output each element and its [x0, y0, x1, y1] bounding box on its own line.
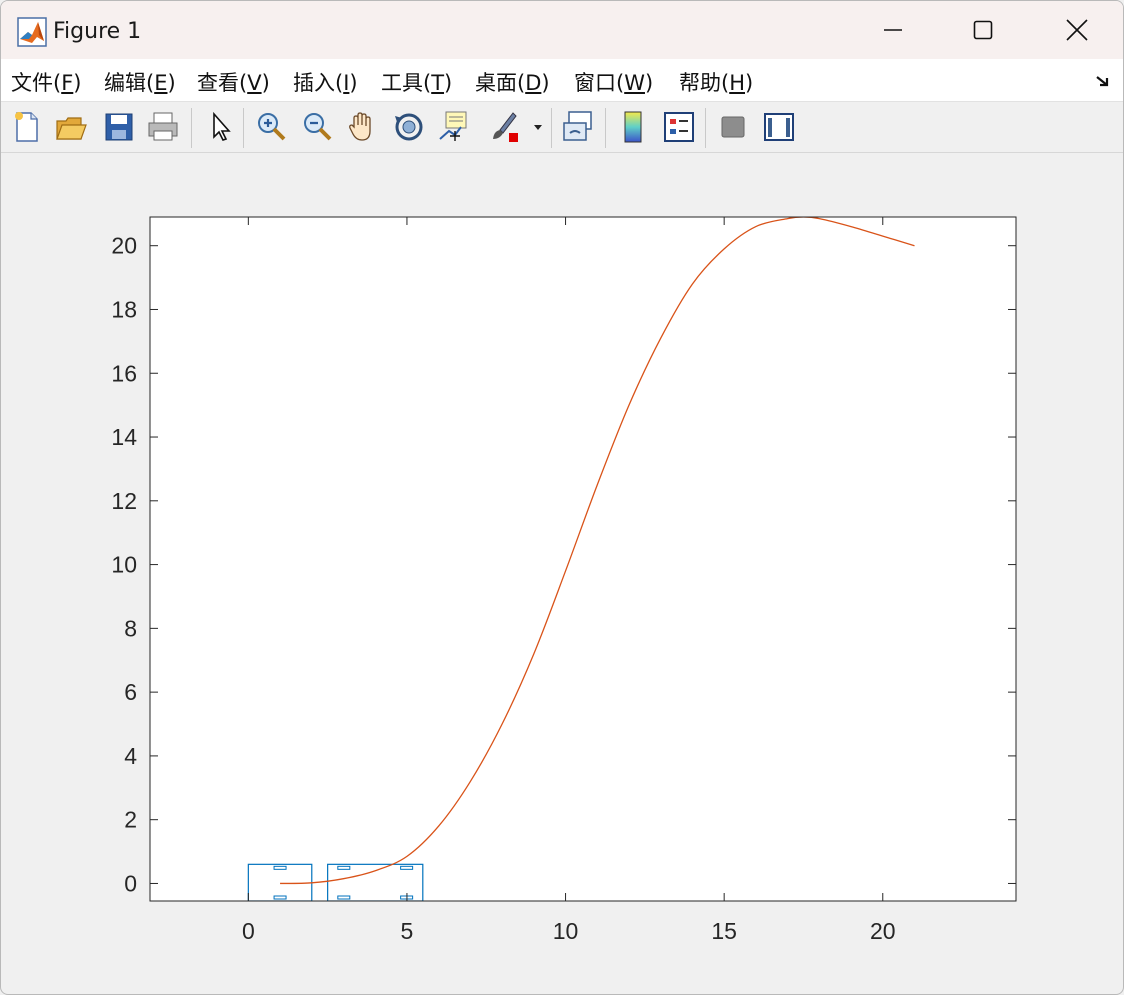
print-icon[interactable]: [145, 109, 181, 145]
zoom-in-icon[interactable]: [253, 109, 289, 145]
menu-item-t[interactable]: 工具(T): [381, 67, 452, 97]
new-figure-icon[interactable]: [9, 109, 45, 145]
figure-window: Figure 1 文件(F) 编辑(E) 查看(V) 插入(I) 工具(T) 桌面(D) 窗…: [0, 0, 1124, 995]
y-tick-label: 2: [124, 807, 137, 833]
y-tick-label: 8: [124, 615, 137, 641]
plot-area: 0 5 10 15 20 0 2 4 6 8 10 12 14 16 18 20: [1, 153, 1123, 994]
brush-icon[interactable]: [487, 109, 523, 145]
menu-item-d[interactable]: 桌面(D): [475, 67, 550, 97]
y-tick-label: 18: [111, 296, 137, 322]
menu-item-i[interactable]: 插入(I): [293, 67, 358, 97]
figure-toolbar: [1, 102, 1123, 153]
toolbar-separator: [191, 108, 192, 148]
menu-item-e[interactable]: 编辑(E): [104, 67, 176, 97]
hide-plot-tools-icon[interactable]: [715, 109, 751, 145]
show-plot-tools-icon[interactable]: [761, 109, 797, 145]
open-file-icon[interactable]: [53, 109, 89, 145]
maximize-button[interactable]: [937, 1, 1029, 59]
close-button[interactable]: [1031, 1, 1123, 59]
y-tick-label: 6: [124, 679, 137, 705]
toolbar-separator: [243, 108, 244, 148]
menu-item-f[interactable]: 文件(F): [11, 67, 82, 97]
y-tick-label: 4: [124, 743, 137, 769]
y-tick-label: 16: [111, 360, 137, 386]
rotate-3d-icon[interactable]: [391, 109, 427, 145]
menu-item-w[interactable]: 窗口(W): [574, 67, 653, 97]
x-tick-label: 15: [711, 918, 737, 944]
x-tick-label: 20: [870, 918, 896, 944]
title-bar[interactable]: Figure 1: [1, 1, 1123, 59]
brush-dropdown-icon[interactable]: [531, 109, 545, 145]
toolbar-separator: [605, 108, 606, 148]
y-tick-label: 14: [111, 424, 137, 450]
axes-background[interactable]: [150, 217, 1016, 901]
zoom-out-icon[interactable]: [299, 109, 335, 145]
y-tick-label: 10: [111, 552, 137, 578]
x-tick-label: 10: [553, 918, 579, 944]
y-tick-label: 12: [111, 488, 137, 514]
toolbar-separator: [551, 108, 552, 148]
toolbar-separator: [705, 108, 706, 148]
close-icon: [1066, 19, 1088, 41]
y-tick-label: 0: [124, 870, 137, 896]
matlab-logo-icon: [17, 17, 47, 47]
menu-bar: 文件(F) 编辑(E) 查看(V) 插入(I) 工具(T) 桌面(D) 窗口(W) 帮助(H): [1, 59, 1123, 102]
colorbar-icon[interactable]: [615, 109, 651, 145]
x-tick-label: 5: [401, 918, 414, 944]
menu-item-v[interactable]: 查看(V): [197, 67, 270, 97]
legend-icon[interactable]: [661, 109, 697, 145]
link-plot-icon[interactable]: [561, 109, 597, 145]
window-title: Figure 1: [53, 19, 142, 44]
save-icon[interactable]: [101, 109, 137, 145]
pan-hand-icon[interactable]: [345, 109, 381, 145]
minimize-button[interactable]: [847, 1, 939, 59]
axes-chart[interactable]: 0 5 10 15 20 0 2 4 6 8 10 12 14 16 18 20: [1, 153, 1123, 994]
y-tick-label: 20: [111, 233, 137, 259]
select-arrow-icon[interactable]: [203, 109, 239, 145]
x-tick-label: 0: [242, 918, 255, 944]
menu-item-h[interactable]: 帮助(H): [679, 67, 753, 97]
dock-arrow-icon[interactable]: [1095, 73, 1111, 89]
minimize-icon: [884, 29, 902, 31]
data-cursor-icon[interactable]: [437, 109, 473, 145]
maximize-icon: [973, 20, 993, 40]
